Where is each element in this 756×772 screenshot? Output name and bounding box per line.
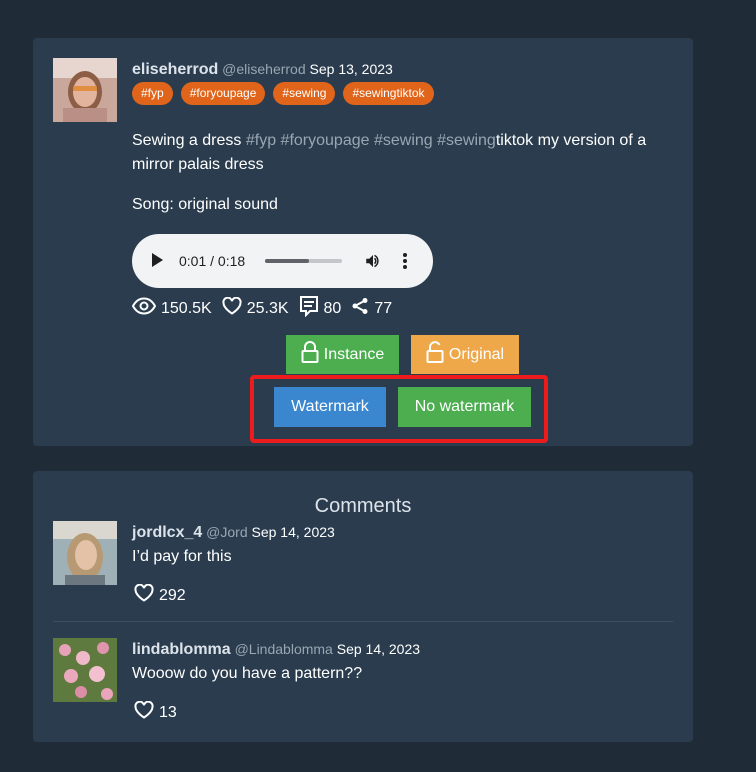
comment-author-name[interactable]: lindablomma xyxy=(132,641,231,658)
comment-date: Sep 14, 2023 xyxy=(336,641,421,657)
post-stats: 150.5K 25.3K 80 77 xyxy=(131,295,402,322)
likes-count: 25.3K xyxy=(246,299,289,317)
instance-button-label: Instance xyxy=(323,345,385,363)
no-watermark-button[interactable]: No watermark xyxy=(398,387,531,427)
post-card: eliseherrod @eliseherrod Sep 13, 2023 #f… xyxy=(33,38,693,446)
comment-divider xyxy=(53,621,673,622)
comment-likes-count: 13 xyxy=(159,703,177,721)
description-hashtag[interactable]: #sewing xyxy=(437,132,496,149)
shares-count: 77 xyxy=(374,299,393,317)
tag-sewing[interactable]: #sewing xyxy=(273,82,336,105)
tag-sewingtiktok[interactable]: #sewingtiktok xyxy=(343,82,434,105)
more-options-icon[interactable] xyxy=(402,252,408,275)
comment-likes-count: 292 xyxy=(159,586,186,604)
play-icon[interactable] xyxy=(152,253,163,267)
lock-icon xyxy=(301,341,324,368)
song-label: Song: original sound xyxy=(132,196,278,213)
heart-icon xyxy=(134,700,159,724)
comment-date: Sep 14, 2023 xyxy=(251,524,335,540)
watermark-button-label: Watermark xyxy=(291,398,369,415)
player-time: 0:01 / 0:18 xyxy=(179,253,246,269)
original-button[interactable]: Original xyxy=(411,335,519,374)
comment-icon xyxy=(299,295,324,322)
instance-button[interactable]: Instance xyxy=(286,335,399,374)
comment-author-line: lindablomma @Lindablomma Sep 14, 2023 xyxy=(132,641,420,659)
comment-likes[interactable]: 292 xyxy=(134,583,186,607)
comment-avatar[interactable] xyxy=(53,521,117,585)
views-stat: 150.5K xyxy=(131,297,212,320)
comment-author-name[interactable]: jordlcx_4 xyxy=(132,524,202,541)
original-button-label: Original xyxy=(448,345,505,363)
share-icon xyxy=(351,297,374,320)
audio-player[interactable]: 0:01 / 0:18 xyxy=(132,234,433,288)
post-date: Sep 13, 2023 xyxy=(309,61,393,77)
player-progress xyxy=(265,259,309,263)
description-hashtag[interactable]: #sewing xyxy=(374,132,433,149)
comment-likes[interactable]: 13 xyxy=(134,700,177,724)
shares-stat: 77 xyxy=(351,297,392,320)
author-avatar[interactable] xyxy=(53,58,117,122)
author-name[interactable]: eliseherrod xyxy=(132,61,218,78)
unlock-icon xyxy=(426,341,449,368)
likes-stat: 25.3K xyxy=(222,296,289,320)
heart-icon xyxy=(134,583,159,607)
description-hashtag[interactable]: #foryoupage xyxy=(281,132,370,149)
comments-stat: 80 xyxy=(299,295,342,322)
post-description: Sewing a dress #fyp #foryoupage #sewing … xyxy=(132,129,672,177)
comment-author-line: jordlcx_4 @Jord Sep 14, 2023 xyxy=(132,524,335,542)
description-hashtag[interactable]: #fyp xyxy=(246,132,276,149)
description-text: Sewing a dress xyxy=(132,132,246,149)
comment-author-handle: @Lindablomma xyxy=(234,641,333,657)
tag-foryoupage[interactable]: #foryoupage xyxy=(180,82,266,105)
comments-count: 80 xyxy=(323,299,342,317)
comment-text: Wooow do you have a pattern?? xyxy=(132,665,363,682)
post-author-line: eliseherrod @eliseherrod Sep 13, 2023 xyxy=(132,61,393,79)
volume-icon[interactable] xyxy=(364,252,382,275)
comment-author-handle: @Jord xyxy=(206,524,248,540)
comment-text: I’d pay for this xyxy=(132,548,232,565)
no-watermark-button-label: No watermark xyxy=(414,398,515,415)
heart-icon xyxy=(222,296,247,320)
comments-card: Comments jordlcx_4 @Jord Sep 14, 2023 I’… xyxy=(33,471,693,742)
player-seek-bar[interactable] xyxy=(265,259,342,263)
views-count: 150.5K xyxy=(161,299,212,317)
watermark-button[interactable]: Watermark xyxy=(274,387,386,427)
author-handle: @eliseherrod xyxy=(222,61,306,77)
comments-title: Comments xyxy=(314,495,412,517)
tag-fyp[interactable]: #fyp xyxy=(132,82,173,105)
comment-avatar[interactable] xyxy=(53,638,117,702)
tag-list: #fyp #foryoupage #sewing #sewingtiktok xyxy=(132,82,434,105)
eye-icon xyxy=(131,297,161,320)
